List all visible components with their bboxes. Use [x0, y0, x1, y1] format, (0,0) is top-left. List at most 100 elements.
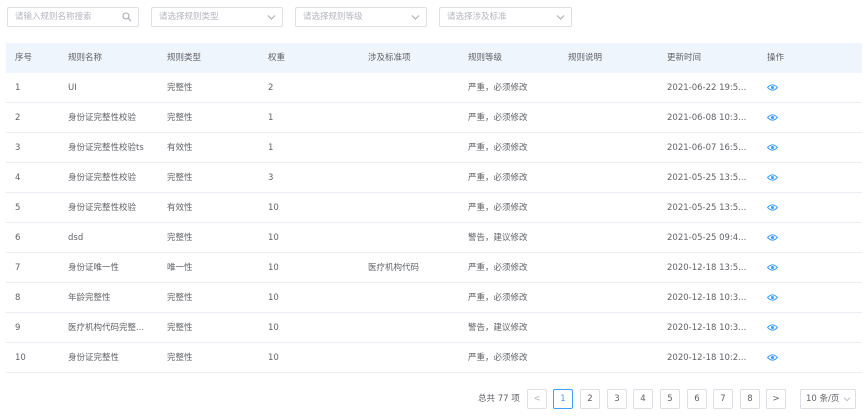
table-row: 2 身份证完整性校验 完整性 1 严重，必须修改 2021-06-08 10:3… — [6, 103, 862, 133]
table-row: 10 身份证完整性 完整性 10 严重，必须修改 2020-12-18 10:2… — [6, 343, 862, 373]
cell-type: 完整性 — [167, 233, 193, 243]
page-button-6[interactable]: 6 — [687, 389, 707, 409]
cell-updated: 2021-05-25 13:5... — [667, 173, 747, 183]
eye-icon[interactable] — [767, 233, 778, 242]
cell-index: 5 — [15, 203, 21, 213]
standard-select[interactable]: 请选择涉及标准 — [439, 7, 572, 27]
cell-updated: 2021-05-25 09:4... — [667, 233, 747, 243]
rule-type-select[interactable]: 请选择规则类型 — [151, 7, 283, 27]
header-standard: 涉及标准项 — [368, 53, 411, 63]
cell-index: 3 — [15, 143, 21, 153]
cell-name: 身份证完整性校验 — [68, 113, 137, 123]
table-row: 7 身份证唯一性 唯一性 10 医疗机构代码 严重，必须修改 2020-12-1… — [6, 253, 862, 283]
eye-icon[interactable] — [767, 113, 778, 122]
chevron-down-icon — [843, 397, 851, 402]
cell-type: 唯一性 — [167, 263, 193, 273]
eye-icon[interactable] — [767, 143, 778, 152]
cell-type: 有效性 — [167, 143, 193, 153]
table-row: 5 身份证完整性校验 有效性 10 严重，必须修改 2021-05-25 13:… — [6, 193, 862, 223]
cell-level: 严重，必须修改 — [468, 83, 528, 93]
eye-icon[interactable] — [767, 173, 778, 182]
rule-name-search-input[interactable]: 请输入规则名称搜索 — [7, 7, 139, 27]
cell-name: 身份证完整性校验 — [68, 203, 137, 213]
header-name: 规则名称 — [68, 53, 103, 63]
cell-weight: 10 — [268, 323, 279, 333]
cell-type: 完整性 — [167, 293, 193, 303]
cell-weight: 3 — [268, 173, 274, 183]
rule-level-select[interactable]: 请选择规则等级 — [295, 7, 427, 27]
rule-level-placeholder: 请选择规则等级 — [303, 12, 363, 22]
cell-name: 身份证完整性校验ts — [68, 143, 144, 153]
cell-index: 9 — [15, 323, 21, 333]
cell-weight: 1 — [268, 113, 274, 123]
header-desc: 规则说明 — [568, 53, 603, 63]
cell-level: 严重，必须修改 — [468, 203, 528, 213]
cell-type: 完整性 — [167, 83, 193, 93]
prev-page-button[interactable]: < — [527, 389, 547, 409]
table-row: 8 年龄完整性 完整性 10 严重，必须修改 2020-12-18 10:3..… — [6, 283, 862, 313]
cell-weight: 10 — [268, 233, 279, 243]
cell-level: 严重，必须修改 — [468, 293, 528, 303]
pagination: 总共 77 项 < 1 2 3 4 5 6 7 8 > 10 条/页 — [0, 389, 864, 409]
cell-type: 完整性 — [167, 323, 193, 333]
cell-updated: 2021-05-25 13:5... — [667, 203, 747, 213]
cell-type: 完整性 — [167, 173, 193, 183]
cell-type: 完整性 — [167, 353, 193, 363]
page-button-8[interactable]: 8 — [740, 389, 760, 409]
table-row: 4 身份证完整性校验 完整性 3 严重，必须修改 2021-05-25 13:5… — [6, 163, 862, 193]
cell-weight: 10 — [268, 263, 279, 273]
eye-icon[interactable] — [767, 83, 778, 92]
header-weight: 权重 — [268, 53, 286, 63]
eye-icon[interactable] — [767, 323, 778, 332]
cell-name: dsd — [68, 233, 84, 243]
page-button-3[interactable]: 3 — [607, 389, 627, 409]
cell-weight: 10 — [268, 203, 279, 213]
table-row: 1 UI 完整性 2 严重，必须修改 2021-06-22 19:5... — [6, 73, 862, 103]
page-button-7[interactable]: 7 — [713, 389, 733, 409]
header-index: 序号 — [15, 53, 33, 63]
page-button-4[interactable]: 4 — [633, 389, 653, 409]
cell-name: 身份证完整性 — [68, 353, 120, 363]
eye-icon[interactable] — [767, 203, 778, 212]
cell-weight: 1 — [268, 143, 274, 153]
pagination-total: 总共 77 项 — [478, 394, 520, 404]
page-size-value: 10 条/页 — [806, 394, 840, 404]
eye-icon[interactable] — [767, 263, 778, 272]
chevron-down-icon — [411, 15, 420, 20]
rule-name-search-placeholder: 请输入规则名称搜索 — [15, 12, 92, 22]
cell-level: 严重，必须修改 — [468, 113, 528, 123]
page-button-5[interactable]: 5 — [660, 389, 680, 409]
standard-placeholder: 请选择涉及标准 — [447, 12, 507, 22]
cell-name: 身份证唯一性 — [68, 263, 120, 273]
header-action: 操作 — [767, 53, 785, 63]
cell-name: 医疗机构代码完整... — [68, 323, 145, 333]
table-row: 9 医疗机构代码完整... 完整性 10 警告，建议修改 2020-12-18 … — [6, 313, 862, 343]
cell-updated: 2020-12-18 10:3... — [667, 293, 747, 303]
cell-standard: 医疗机构代码 — [368, 263, 420, 273]
eye-icon[interactable] — [767, 353, 778, 362]
search-icon[interactable] — [122, 12, 132, 22]
cell-index: 4 — [15, 173, 21, 183]
eye-icon[interactable] — [767, 293, 778, 302]
chevron-down-icon — [556, 15, 565, 20]
cell-weight: 10 — [268, 353, 279, 363]
cell-level: 警告，建议修改 — [468, 323, 528, 333]
table-row: 3 身份证完整性校验ts 有效性 1 严重，必须修改 2021-06-07 16… — [6, 133, 862, 163]
next-page-button[interactable]: > — [766, 389, 786, 409]
cell-level: 严重，必须修改 — [468, 263, 528, 273]
chevron-down-icon — [267, 15, 276, 20]
header-updated: 更新时间 — [667, 53, 702, 63]
cell-updated: 2020-12-18 10:2... — [667, 353, 747, 363]
cell-index: 2 — [15, 113, 21, 123]
table-row: 6 dsd 完整性 10 警告，建议修改 2021-05-25 09:4... — [6, 223, 862, 253]
cell-updated: 2021-06-22 19:5... — [667, 83, 747, 93]
cell-level: 严重，必须修改 — [468, 173, 528, 183]
table-header: 序号 规则名称 规则类型 权重 涉及标准项 规则等级 规则说明 更新时间 操作 — [6, 43, 862, 73]
page-button-1[interactable]: 1 — [553, 389, 573, 409]
cell-index: 7 — [15, 263, 21, 273]
cell-index: 8 — [15, 293, 21, 303]
cell-name: 身份证完整性校验 — [68, 173, 137, 183]
page-size-select[interactable]: 10 条/页 — [800, 389, 856, 409]
cell-updated: 2021-06-07 16:5... — [667, 143, 747, 153]
page-button-2[interactable]: 2 — [580, 389, 600, 409]
